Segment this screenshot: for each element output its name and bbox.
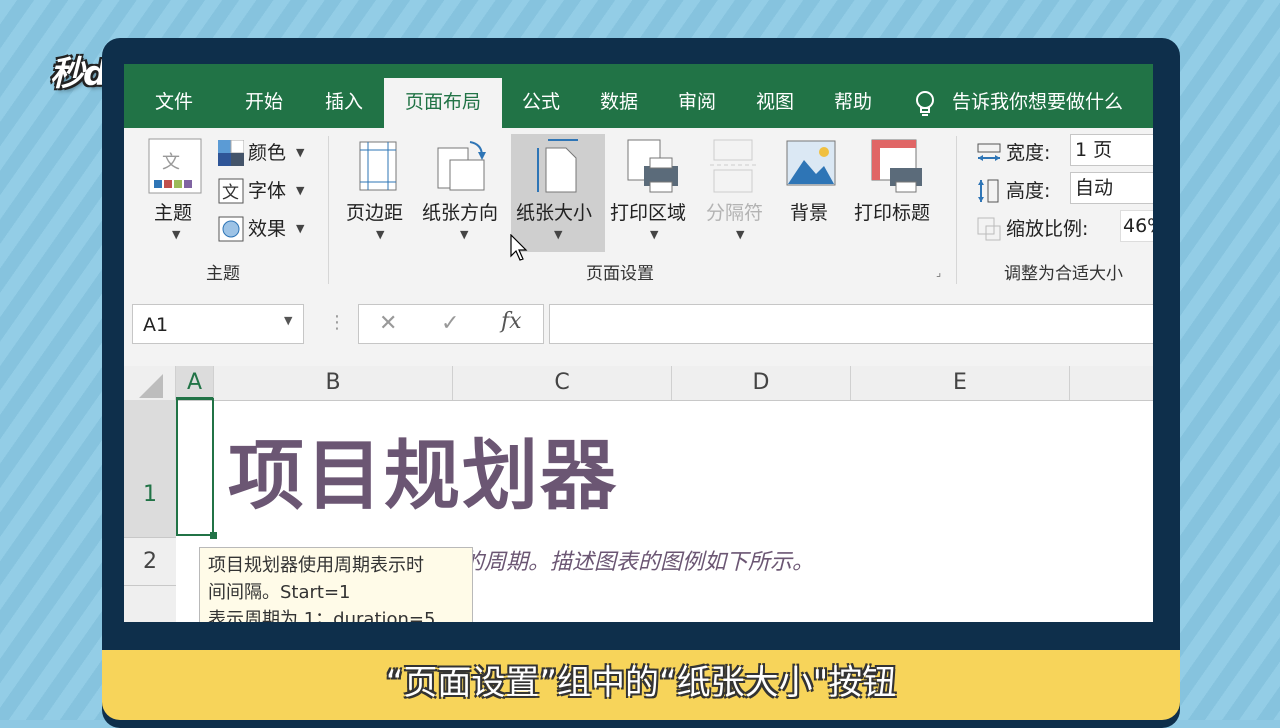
column-header-a[interactable]: A (176, 366, 214, 400)
margins-icon (358, 140, 398, 196)
tab-page-layout[interactable]: 页面布局 (384, 78, 502, 128)
select-all-button[interactable] (124, 366, 176, 400)
caption-bar: “页面设置”组中的“纸张大小"按钮 (102, 650, 1180, 720)
fill-handle[interactable] (210, 532, 217, 539)
tab-home[interactable]: 开始 (228, 82, 300, 128)
more-icon: ⋮ (328, 312, 346, 333)
ribbon-body: 文 主题 ▼ 颜色 ▼ 文 字体 ▼ 效果 ▼ 主题 页边距 ▼ 纸张方向 ▼ (124, 128, 1153, 287)
chevron-down-icon: ▼ (736, 228, 745, 241)
background-icon (786, 140, 836, 190)
height-icon (976, 178, 1002, 208)
tab-help[interactable]: 帮助 (818, 82, 888, 128)
formula-buttons: ✕ ✓ fx (358, 304, 544, 344)
print-area-icon (624, 138, 680, 198)
chevron-down-icon[interactable]: ▼ (284, 314, 292, 327)
sheet-title: 项目规划器 (228, 431, 618, 520)
tab-file[interactable]: 文件 (138, 82, 210, 128)
chevron-down-icon: ▼ (460, 228, 469, 241)
tooltip-line-3: 表示周期为 1；duration=5 (208, 609, 436, 622)
enter-icon[interactable]: ✓ (441, 311, 459, 336)
row-header-3[interactable] (124, 586, 176, 622)
sheet-subtitle: 的周期。描述图表的图例如下所示。 (462, 550, 815, 575)
lightbulb-icon (914, 90, 936, 122)
colors-button[interactable]: 颜色 (248, 138, 286, 165)
group-separator (328, 136, 329, 284)
print-titles-button[interactable]: 打印标题 (854, 198, 930, 225)
height-dropdown[interactable]: 自动 (1070, 172, 1153, 204)
background-button[interactable]: 背景 (790, 198, 828, 225)
breaks-icon (710, 138, 756, 198)
effects-button[interactable]: 效果 (248, 214, 286, 241)
tab-data[interactable]: 数据 (584, 82, 654, 128)
width-icon (976, 142, 1002, 168)
ribbon-tabs: 文件 开始 插入 页面布局 公式 数据 审阅 视图 帮助 告诉我你想要做什么 (124, 64, 1153, 128)
tab-insert[interactable]: 插入 (308, 82, 380, 128)
print-titles-icon (870, 138, 924, 198)
breaks-button[interactable]: 分隔符 (706, 198, 763, 225)
chevron-down-icon: ▼ (376, 228, 385, 241)
svg-text:文: 文 (222, 183, 239, 203)
dialog-launcher-icon[interactable]: ⌟ (936, 266, 941, 279)
width-dropdown[interactable]: 1 页 (1070, 134, 1153, 166)
cell-tooltip: 项目规划器使用周期表示时 间间隔。Start=1 表示周期为 1；duratio… (199, 547, 473, 622)
chevron-down-icon: ▼ (172, 228, 181, 241)
column-header-b[interactable]: B (214, 366, 453, 400)
scale-icon (976, 216, 1002, 246)
row-header-1[interactable]: 1 (124, 400, 176, 538)
row-header-2[interactable]: 2 (124, 538, 176, 586)
insert-function-button[interactable]: fx (501, 309, 522, 334)
paper-size-button[interactable]: 纸张大小 (516, 198, 592, 225)
selected-cell-a1[interactable] (176, 398, 214, 536)
orientation-icon (436, 138, 488, 198)
formula-input[interactable] (549, 304, 1153, 344)
column-header-e[interactable]: E (851, 366, 1070, 400)
cancel-icon[interactable]: ✕ (379, 311, 397, 336)
themes-icon: 文 (148, 138, 202, 198)
fonts-icon: 文 (218, 178, 244, 208)
chevron-down-icon: ▼ (554, 228, 563, 241)
group-separator (956, 136, 957, 284)
chevron-down-icon: ▼ (650, 228, 659, 241)
chevron-down-icon: ▼ (296, 222, 305, 235)
chevron-down-icon: ▼ (296, 184, 305, 197)
print-area-button[interactable]: 打印区域 (610, 198, 686, 225)
themes-group-label: 主题 (206, 264, 240, 284)
margins-button[interactable]: 页边距 (346, 198, 403, 225)
excel-window: 文件 开始 插入 页面布局 公式 数据 审阅 视图 帮助 告诉我你想要做什么 文… (124, 64, 1153, 622)
svg-text:文: 文 (162, 152, 180, 173)
mouse-cursor-icon (510, 233, 528, 266)
tooltip-line-1: 项目规划器使用周期表示时 (208, 555, 424, 576)
formula-bar: A1 ▼ ⋮ ✕ ✓ fx (124, 286, 1153, 366)
page-setup-group-label: 页面设置 (586, 264, 654, 284)
height-label: 高度: (1006, 180, 1051, 202)
paper-size-icon (534, 138, 580, 198)
caption-text: “页面设置”组中的“纸张大小"按钮 (385, 663, 897, 703)
fonts-button[interactable]: 字体 (248, 176, 286, 203)
column-header-d[interactable]: D (672, 366, 851, 400)
tell-me-box[interactable]: 告诉我你想要做什么 (952, 82, 1152, 128)
chevron-down-icon: ▼ (296, 146, 305, 159)
tab-formulas[interactable]: 公式 (506, 82, 576, 128)
orientation-button[interactable]: 纸张方向 (422, 198, 498, 225)
themes-button[interactable]: 主题 (154, 198, 192, 225)
column-headers: A B C D E (124, 366, 1153, 401)
tooltip-line-2: 间间隔。Start=1 (208, 582, 351, 603)
tab-view[interactable]: 视图 (740, 82, 810, 128)
scale-label: 缩放比例: (1006, 218, 1089, 240)
effects-icon (218, 216, 244, 246)
name-box[interactable]: A1 (132, 304, 304, 344)
width-label: 宽度: (1006, 142, 1051, 164)
tab-review[interactable]: 审阅 (662, 82, 732, 128)
column-header-c[interactable]: C (453, 366, 672, 400)
scale-group-label: 调整为合适大小 (1004, 264, 1123, 284)
colors-icon (218, 139, 245, 170)
scale-input[interactable]: 46% (1120, 210, 1153, 242)
